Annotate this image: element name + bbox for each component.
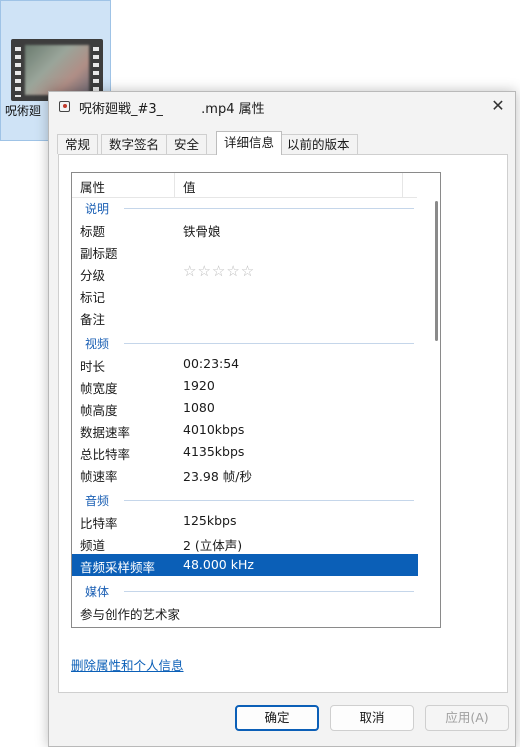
property-row[interactable]: 年 2020 xyxy=(72,623,418,627)
property-name: 总比特率 xyxy=(80,447,131,462)
rating-stars[interactable]: ☆☆☆☆☆ xyxy=(183,262,255,280)
list-header: 属性 值 xyxy=(72,173,417,198)
property-value: 00:23:54 xyxy=(183,356,240,371)
remove-properties-link[interactable]: 删除属性和个人信息 xyxy=(71,655,184,674)
group-description[interactable]: 说明 xyxy=(72,197,418,217)
tab-previous-versions[interactable]: 以前的版本 xyxy=(279,134,358,154)
column-header-value[interactable]: 值 xyxy=(183,177,196,196)
details-panel: 属性 值 说明 标题 铁骨娘 副标题 分级 ☆☆☆☆☆ 标记 备注 视频 时长 … xyxy=(58,154,508,693)
property-row[interactable]: 频道 2 (立体声) xyxy=(72,532,418,554)
tab-details[interactable]: 详细信息 xyxy=(216,131,283,155)
apply-button[interactable]: 应用(A) xyxy=(425,705,509,731)
desktop-file-label: 呪術廻 xyxy=(5,104,42,118)
property-row[interactable]: 参与创作的艺术家 xyxy=(72,601,418,623)
group-label: 说明 xyxy=(85,202,110,216)
property-value: 4135kbps xyxy=(183,444,245,459)
group-label: 视频 xyxy=(85,337,110,351)
title-bar: 呪術廻戦_#3_ .mp4 属性 ✕ xyxy=(49,92,515,120)
property-row[interactable]: 备注 xyxy=(72,306,418,328)
property-name: 帧速率 xyxy=(80,469,118,484)
tab-general[interactable]: 常规 xyxy=(57,134,99,154)
vertical-scrollbar[interactable] xyxy=(435,201,438,341)
column-header-property[interactable]: 属性 xyxy=(80,177,105,196)
property-row-selected[interactable]: 音频采样频率 48.000 kHz xyxy=(72,554,418,576)
property-value: 4010kbps xyxy=(183,422,245,437)
property-name: 帧高度 xyxy=(80,403,118,418)
property-name: 标题 xyxy=(80,224,106,239)
window-title-suffix: .mp4 属性 xyxy=(201,102,265,117)
tab-digital-signatures[interactable]: 数字签名 xyxy=(101,134,168,154)
property-value: 125kbps xyxy=(183,513,237,528)
property-name: 年 xyxy=(80,626,93,627)
group-label: 媒体 xyxy=(85,585,110,599)
property-name: 分级 xyxy=(80,268,106,283)
property-value: 1920 xyxy=(183,378,215,393)
property-row[interactable]: 帧高度 1080 xyxy=(72,397,418,419)
property-name: 帧宽度 xyxy=(80,381,118,396)
cancel-button[interactable]: 取消 xyxy=(330,705,414,731)
property-name: 副标题 xyxy=(80,246,118,261)
group-video[interactable]: 视频 xyxy=(72,332,418,352)
property-value: 2 (立体声) xyxy=(183,538,243,553)
properties-dialog: 呪術廻戦_#3_ .mp4 属性 ✕ 常规 数字签名 安全 详细信息 以前的版本 … xyxy=(48,91,516,747)
tab-security[interactable]: 安全 xyxy=(166,134,208,154)
property-name: 标记 xyxy=(80,290,106,305)
property-row[interactable]: 比特率 125kbps xyxy=(72,510,418,532)
group-label: 音频 xyxy=(85,494,110,508)
property-row[interactable]: 总比特率 4135kbps xyxy=(72,441,418,463)
window-title: 呪術廻戦_#3_ .mp4 属性 xyxy=(79,98,265,117)
property-row[interactable]: 标记 xyxy=(72,284,418,306)
property-value: 1080 xyxy=(183,400,215,415)
property-list[interactable]: 属性 值 说明 标题 铁骨娘 副标题 分级 ☆☆☆☆☆ 标记 备注 视频 时长 … xyxy=(71,172,441,628)
close-button[interactable]: ✕ xyxy=(487,96,509,116)
window-title-prefix: 呪術廻戦_#3_ xyxy=(79,102,164,117)
property-value: 2020 xyxy=(183,626,215,627)
property-name: 数据速率 xyxy=(80,425,131,440)
property-name: 比特率 xyxy=(80,516,118,531)
property-name: 参与创作的艺术家 xyxy=(80,607,181,622)
property-row[interactable]: 标题 铁骨娘 xyxy=(72,218,418,240)
property-name: 频道 xyxy=(80,538,106,553)
property-row[interactable]: 分级 ☆☆☆☆☆ xyxy=(72,262,418,284)
group-media[interactable]: 媒体 xyxy=(72,580,418,600)
property-row[interactable]: 数据速率 4010kbps xyxy=(72,419,418,441)
ok-button[interactable]: 确定 xyxy=(235,705,319,731)
property-row[interactable]: 帧速率 23.98 帧/秒 xyxy=(72,463,418,485)
property-name: 时长 xyxy=(80,359,106,374)
property-row[interactable]: 副标题 xyxy=(72,240,418,262)
property-row[interactable]: 时长 00:23:54 xyxy=(72,353,418,375)
property-value: 23.98 帧/秒 xyxy=(183,469,252,484)
property-value: 48.000 kHz xyxy=(183,557,254,572)
property-name: 音频采样频率 xyxy=(80,560,156,575)
property-row[interactable]: 帧宽度 1920 xyxy=(72,375,418,397)
property-value: 铁骨娘 xyxy=(183,224,221,239)
group-audio[interactable]: 音频 xyxy=(72,489,418,509)
property-name: 备注 xyxy=(80,312,106,327)
redacted-region xyxy=(163,102,202,117)
video-file-small-icon xyxy=(59,101,70,112)
